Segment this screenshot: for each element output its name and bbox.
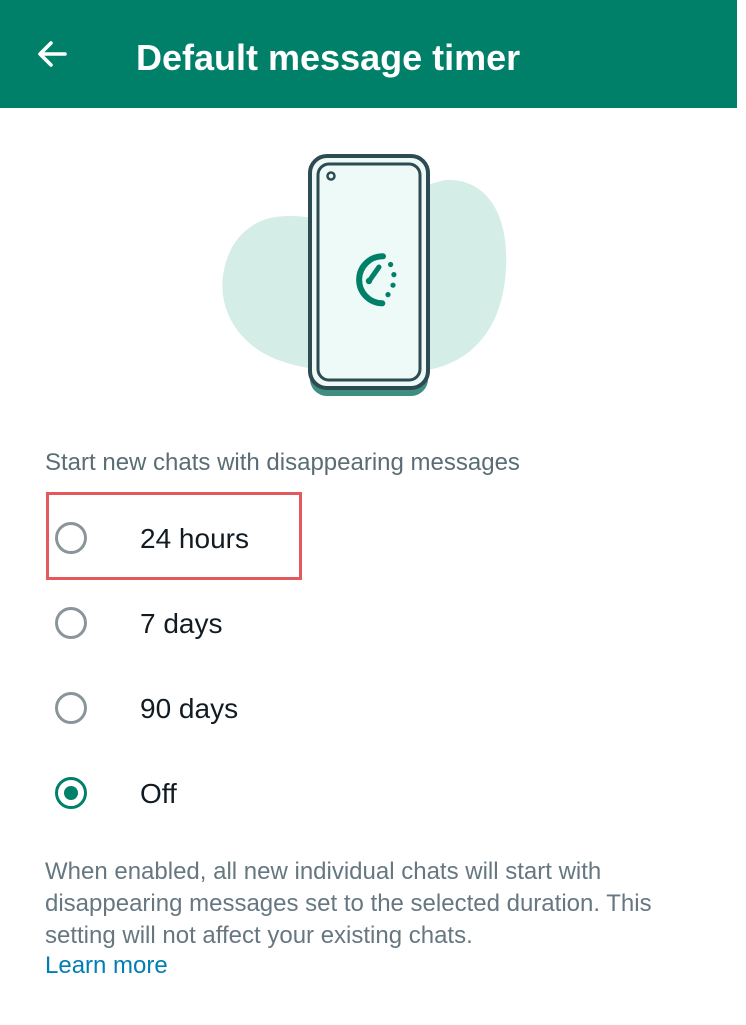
option-7-days[interactable]: 7 days [45,583,705,667]
radio-icon[interactable] [55,692,87,724]
back-button[interactable] [24,26,80,82]
radio-icon[interactable] [55,522,87,554]
page-title: Default message timer [136,37,521,78]
option-label: 7 days [140,608,223,639]
phone-timer-illustration [200,140,530,410]
radio-checked-icon[interactable] [55,777,87,809]
option-90-days[interactable]: 90 days [45,668,705,752]
option-label: Off [140,778,177,809]
screen: Default message timer Start new chats wi… [0,0,737,1025]
section-label: Start new chats with disappearing messag… [45,449,520,476]
description-text: When enabled, all new individual chats w… [45,858,652,949]
option-off[interactable]: Off [45,753,705,837]
arrow-left-icon [38,41,67,67]
screen-edge [737,0,746,1025]
radio-icon[interactable] [55,607,87,639]
learn-more-link[interactable]: Learn more [45,950,168,982]
option-label: 24 hours [140,523,249,554]
option-label: 90 days [140,693,239,724]
option-24-hours[interactable]: 24 hours [45,498,705,582]
phone-timer-icon [222,154,507,396]
app-bar: Default message timer [0,0,737,108]
